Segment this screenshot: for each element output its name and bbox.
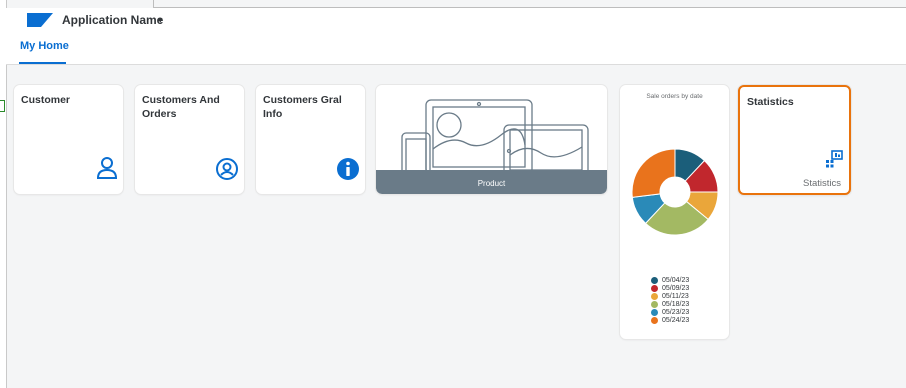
tile-title: Customers And Orders bbox=[142, 94, 220, 120]
user-circle-icon bbox=[216, 158, 238, 180]
chart-icon bbox=[826, 150, 843, 168]
active-tab-indicator bbox=[19, 62, 66, 64]
product-label: Product bbox=[477, 179, 506, 188]
tile-customer[interactable]: Customer bbox=[14, 85, 123, 194]
tile-product[interactable]: Product bbox=[376, 85, 607, 194]
tile-customers-gral-info[interactable]: Customers Gral Info bbox=[256, 85, 365, 194]
legend-item: 05/09/23 bbox=[651, 284, 689, 292]
legend-color-dot bbox=[651, 300, 658, 308]
company-logo bbox=[27, 13, 53, 27]
pie-slice-05/24/23[interactable] bbox=[631, 148, 676, 198]
user-icon bbox=[96, 157, 118, 179]
legend-item: 05/24/23 bbox=[651, 316, 689, 324]
legend-color-dot bbox=[651, 292, 658, 300]
edge-marker bbox=[0, 100, 5, 112]
tile-title: Customers Gral Info bbox=[263, 94, 342, 120]
donut-chart bbox=[631, 148, 719, 236]
app-title[interactable]: Application Name bbox=[62, 13, 163, 27]
legend-item: 05/23/23 bbox=[651, 308, 689, 316]
legend-color-dot bbox=[651, 284, 658, 292]
legend-item: 05/11/23 bbox=[651, 292, 689, 300]
legend-item: 05/18/23 bbox=[651, 300, 689, 308]
legend-label: 05/09/23 bbox=[662, 284, 690, 292]
tile-subtitle: Statistics bbox=[802, 178, 841, 189]
tile-title: Customer bbox=[21, 94, 71, 106]
legend-label: 05/11/23 bbox=[662, 292, 689, 300]
legend-label: 05/23/23 bbox=[662, 308, 690, 316]
legend-color-dot bbox=[651, 276, 658, 284]
legend-color-dot bbox=[651, 308, 658, 316]
chevron-down-icon[interactable]: ▾ bbox=[158, 15, 163, 26]
chart-legend: 05/04/23 05/09/23 05/11/23 05/18/23 05/23/23… bbox=[651, 276, 689, 324]
tile-title: Statistics bbox=[747, 96, 794, 108]
chart-title: Sale orders by date bbox=[646, 93, 703, 100]
tab-my-home[interactable]: My Home bbox=[20, 40, 69, 52]
tile-customers-and-orders[interactable]: Customers And Orders bbox=[135, 85, 244, 194]
shell-bar: Application Name ▾ My Home bbox=[6, 8, 906, 65]
tile-sale-orders-chart[interactable]: Sale orders by date 05/04/23 05/09/23 05/1… bbox=[620, 85, 729, 339]
legend-item: 05/04/23 bbox=[651, 276, 689, 284]
info-icon bbox=[337, 158, 359, 180]
tile-statistics[interactable]: Statistics Statistics bbox=[738, 85, 851, 195]
legend-label: 05/04/23 bbox=[662, 276, 690, 284]
legend-label: 05/24/23 bbox=[662, 316, 690, 324]
legend-color-dot bbox=[651, 316, 658, 324]
legend-label: 05/18/23 bbox=[662, 300, 690, 308]
